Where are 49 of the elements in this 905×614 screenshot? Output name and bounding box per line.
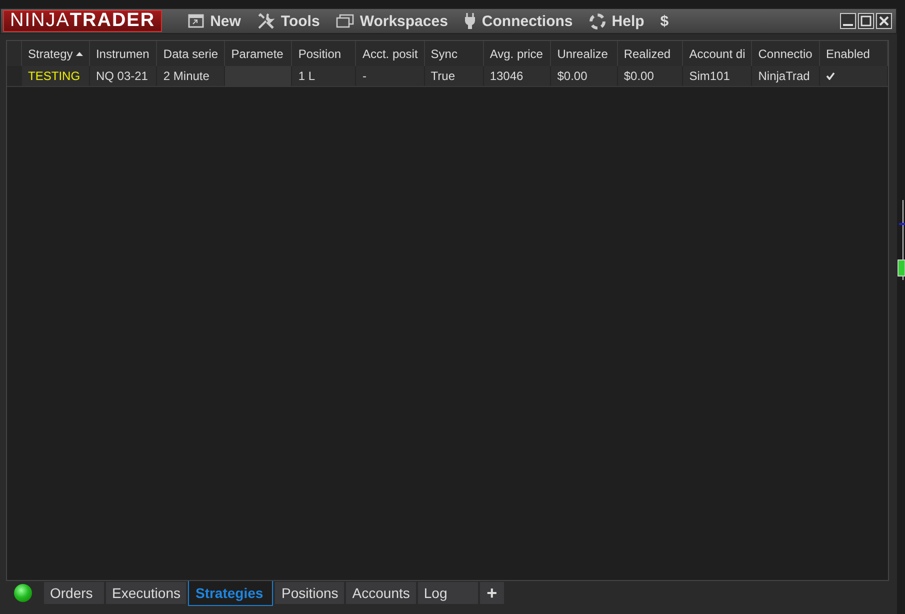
wrench-screwdriver-icon: [256, 12, 275, 30]
column-header[interactable]: Enabled: [819, 41, 888, 66]
menu-item[interactable]: Connections: [456, 10, 581, 32]
table-cell: NinjaTrad: [752, 66, 820, 86]
column-header[interactable]: Account di: [682, 41, 752, 66]
menu-item[interactable]: New: [180, 10, 249, 32]
ninjatrader-logo: NINJATRADER: [3, 10, 162, 32]
menu-item[interactable]: Workspaces: [328, 10, 456, 32]
column-header[interactable]: Position: [292, 41, 356, 66]
connection-status-icon: [14, 584, 32, 602]
table-cell: [224, 66, 292, 86]
column-header[interactable]: Connectio: [752, 41, 820, 66]
minimize-icon[interactable]: [840, 13, 856, 29]
close-icon[interactable]: [876, 13, 892, 29]
add-tab-button[interactable]: +: [480, 582, 504, 604]
column-header[interactable]: Acct. posit: [356, 41, 424, 66]
table-cell: Sim101: [682, 66, 752, 86]
table-cell: True: [424, 66, 484, 86]
column-header[interactable]: Unrealize: [550, 41, 618, 66]
table-cell: -: [356, 66, 424, 86]
plug-icon: [464, 12, 476, 30]
menu-item[interactable]: $: [652, 10, 677, 32]
tab[interactable]: Executions: [106, 582, 186, 604]
lifebuoy-icon: [588, 12, 606, 30]
tab[interactable]: Positions: [275, 582, 344, 604]
window-icon: [188, 14, 204, 28]
menu-item[interactable]: Tools: [248, 10, 328, 32]
column-header[interactable]: Data serie: [156, 41, 225, 66]
column-header[interactable]: Sync: [424, 41, 484, 66]
tab[interactable]: Log: [418, 582, 478, 604]
tab[interactable]: Orders: [44, 582, 104, 604]
menu-item[interactable]: Help: [580, 10, 652, 32]
maximize-icon[interactable]: [858, 13, 874, 29]
table-cell: 13046: [483, 66, 551, 86]
column-header[interactable]: Avg. price: [483, 41, 551, 66]
table-cell: $0.00: [550, 66, 618, 86]
table-cell: 1 L: [292, 66, 356, 86]
column-header[interactable]: Paramete: [224, 41, 292, 66]
column-header[interactable]: Strategy: [22, 41, 90, 66]
table-cell: NQ 03-21: [89, 66, 157, 86]
table-cell: TESTING: [22, 66, 90, 86]
column-header[interactable]: Instrumen: [89, 41, 157, 66]
windows-icon: [336, 14, 354, 28]
table-cell: $0.00: [617, 66, 683, 86]
checkmark-icon[interactable]: [826, 72, 835, 80]
table-cell: 2 Minute: [156, 66, 225, 86]
tab[interactable]: Strategies: [188, 580, 274, 606]
tab[interactable]: Accounts: [346, 582, 416, 604]
column-header[interactable]: Realized: [617, 41, 683, 66]
